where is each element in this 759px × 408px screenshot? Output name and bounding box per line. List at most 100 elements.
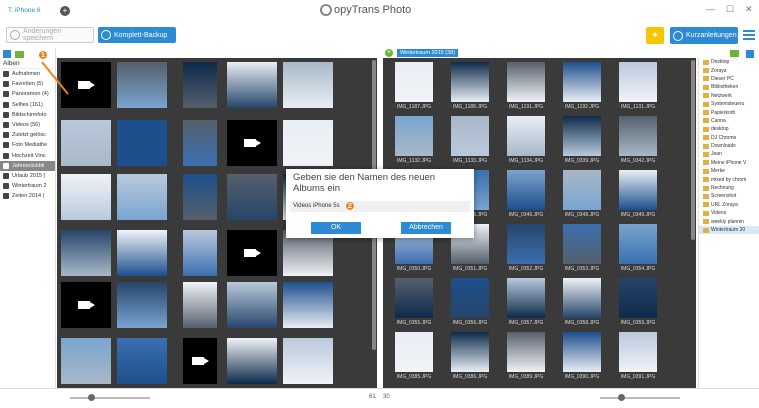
photo-thumbnail[interactable] xyxy=(507,116,545,156)
sidebar-item[interactable]: Videos (56) xyxy=(0,120,55,130)
photo-thumbnail[interactable] xyxy=(619,116,657,156)
photo-thumbnail[interactable] xyxy=(451,116,489,156)
photo-thumbnail[interactable] xyxy=(507,278,545,318)
ok-button[interactable]: OK xyxy=(311,222,361,234)
tree-item[interactable]: weekly plannin xyxy=(699,217,759,225)
photo-thumbnail[interactable] xyxy=(61,230,111,276)
tree-item[interactable]: Desktop xyxy=(699,58,759,66)
left-zoom-knob[interactable] xyxy=(88,394,95,401)
add-device-icon[interactable]: + xyxy=(60,6,70,16)
photo-thumbnail[interactable] xyxy=(117,230,167,276)
tree-item[interactable]: Netzwerk xyxy=(699,92,759,100)
photo-thumbnail[interactable] xyxy=(563,224,601,264)
photo-thumbnail[interactable] xyxy=(117,282,167,328)
photo-thumbnail[interactable] xyxy=(227,120,277,166)
tree-item[interactable]: Systemsteueru xyxy=(699,100,759,108)
photo-thumbnail[interactable] xyxy=(507,62,545,102)
photo-thumbnail[interactable] xyxy=(507,224,545,264)
photo-thumbnail[interactable] xyxy=(61,282,111,328)
tree-item[interactable]: Downloads xyxy=(699,142,759,150)
photo-thumbnail[interactable] xyxy=(619,332,657,372)
sidebar-item[interactable]: Foto Mediathe xyxy=(0,140,55,150)
photo-thumbnail[interactable] xyxy=(61,338,111,384)
tree-item[interactable]: URL Zoraya xyxy=(699,201,759,209)
photo-thumbnail[interactable] xyxy=(451,332,489,372)
photo-thumbnail[interactable] xyxy=(117,62,167,108)
photo-thumbnail[interactable] xyxy=(227,282,277,328)
photo-thumbnail[interactable] xyxy=(563,332,601,372)
photo-thumbnail[interactable] xyxy=(61,120,111,166)
photo-thumbnail[interactable] xyxy=(61,174,111,220)
sidebar-item[interactable]: Urlaub 2015 ( xyxy=(0,171,55,181)
photo-thumbnail[interactable] xyxy=(507,332,545,372)
photo-thumbnail[interactable] xyxy=(117,120,167,166)
right-zoom-slider[interactable] xyxy=(600,397,680,399)
photo-thumbnail[interactable] xyxy=(451,278,489,318)
photo-thumbnail[interactable] xyxy=(507,170,545,210)
tree-item[interactable]: Rechnung xyxy=(699,184,759,192)
right-scrollbar[interactable] xyxy=(691,60,695,240)
sidebar-item[interactable]: Jahresrückbli xyxy=(0,160,55,171)
tree-item[interactable]: Meine iPhone V xyxy=(699,159,759,167)
photo-thumbnail[interactable] xyxy=(619,62,657,102)
tree-item[interactable]: Videos xyxy=(699,209,759,217)
photo-thumbnail[interactable] xyxy=(283,282,333,328)
photo-thumbnail[interactable] xyxy=(563,170,601,210)
photo-thumbnail[interactable] xyxy=(183,120,217,166)
sidebar-item[interactable]: Bildschirmfoto xyxy=(0,110,55,120)
photo-thumbnail[interactable] xyxy=(395,332,433,372)
photo-thumbnail[interactable] xyxy=(563,278,601,318)
save-changes-button[interactable]: Änderungen speichern xyxy=(6,27,94,43)
sidebar-item[interactable]: Hochzeit Vinc xyxy=(0,151,55,161)
photo-thumbnail[interactable] xyxy=(563,116,601,156)
photo-thumbnail[interactable] xyxy=(283,120,333,166)
device-selector[interactable]: T: iPhone 6 xyxy=(8,7,41,14)
photo-thumbnail[interactable] xyxy=(619,170,657,210)
tree-item[interactable]: desktop xyxy=(699,125,759,133)
tree-item[interactable]: Merke xyxy=(699,167,759,175)
tree-item[interactable]: Canna xyxy=(699,117,759,125)
photo-thumbnail[interactable] xyxy=(227,62,277,108)
add-album-icon[interactable]: + xyxy=(385,49,393,57)
folder-icon[interactable] xyxy=(730,50,739,57)
photo-thumbnail[interactable] xyxy=(395,278,433,318)
photo-thumbnail[interactable] xyxy=(117,174,167,220)
photo-thumbnail[interactable] xyxy=(183,282,217,328)
album-name-input[interactable] xyxy=(290,201,470,212)
full-backup-button[interactable]: Komplett-Backup xyxy=(98,27,176,43)
quick-guides-button[interactable]: Kurzanleitungen xyxy=(670,27,738,44)
tree-item[interactable]: Screenshot xyxy=(699,192,759,200)
sidebar-item[interactable]: Zeiten 2014 ( xyxy=(0,191,55,201)
tree-item[interactable]: Wintertraum 20 xyxy=(699,225,759,235)
iphone-view-icon[interactable] xyxy=(3,50,11,58)
sidebar-item[interactable]: Selfies (161) xyxy=(0,100,55,110)
photo-thumbnail[interactable] xyxy=(619,224,657,264)
photo-thumbnail[interactable] xyxy=(227,174,277,220)
tips-button[interactable]: ✦ xyxy=(646,27,664,44)
sidebar-item[interactable]: Zuletzt gelösc xyxy=(0,130,55,140)
minimize-button[interactable]: — xyxy=(706,4,715,14)
photo-thumbnail[interactable] xyxy=(183,174,217,220)
close-button[interactable]: ✕ xyxy=(745,4,753,15)
tree-item[interactable]: Papierkorb xyxy=(699,108,759,116)
cancel-button[interactable]: Abbrechen xyxy=(401,222,451,234)
hamburger-menu-icon[interactable] xyxy=(743,30,755,40)
photo-thumbnail[interactable] xyxy=(283,62,333,108)
tree-item[interactable]: Bibliotheken xyxy=(699,83,759,91)
photo-thumbnail[interactable] xyxy=(183,230,217,276)
photo-thumbnail[interactable] xyxy=(283,338,333,384)
photo-thumbnail[interactable] xyxy=(451,62,489,102)
photo-thumbnail[interactable] xyxy=(395,62,433,102)
photo-thumbnail[interactable] xyxy=(227,230,277,276)
photo-thumbnail[interactable] xyxy=(563,62,601,102)
pc-view-icon[interactable] xyxy=(746,50,754,58)
right-zoom-knob[interactable] xyxy=(618,394,625,401)
photo-thumbnail[interactable] xyxy=(619,278,657,318)
sidebar-item[interactable]: Wintertraum 2 xyxy=(0,181,55,191)
new-album-icon[interactable] xyxy=(15,50,24,58)
tree-item[interactable]: Jean xyxy=(699,150,759,158)
tree-item[interactable]: Dieser PC xyxy=(699,75,759,83)
album-tag[interactable]: Wintertraum 2015 (38) xyxy=(397,49,459,57)
left-zoom-slider[interactable] xyxy=(70,397,150,399)
photo-thumbnail[interactable] xyxy=(395,116,433,156)
